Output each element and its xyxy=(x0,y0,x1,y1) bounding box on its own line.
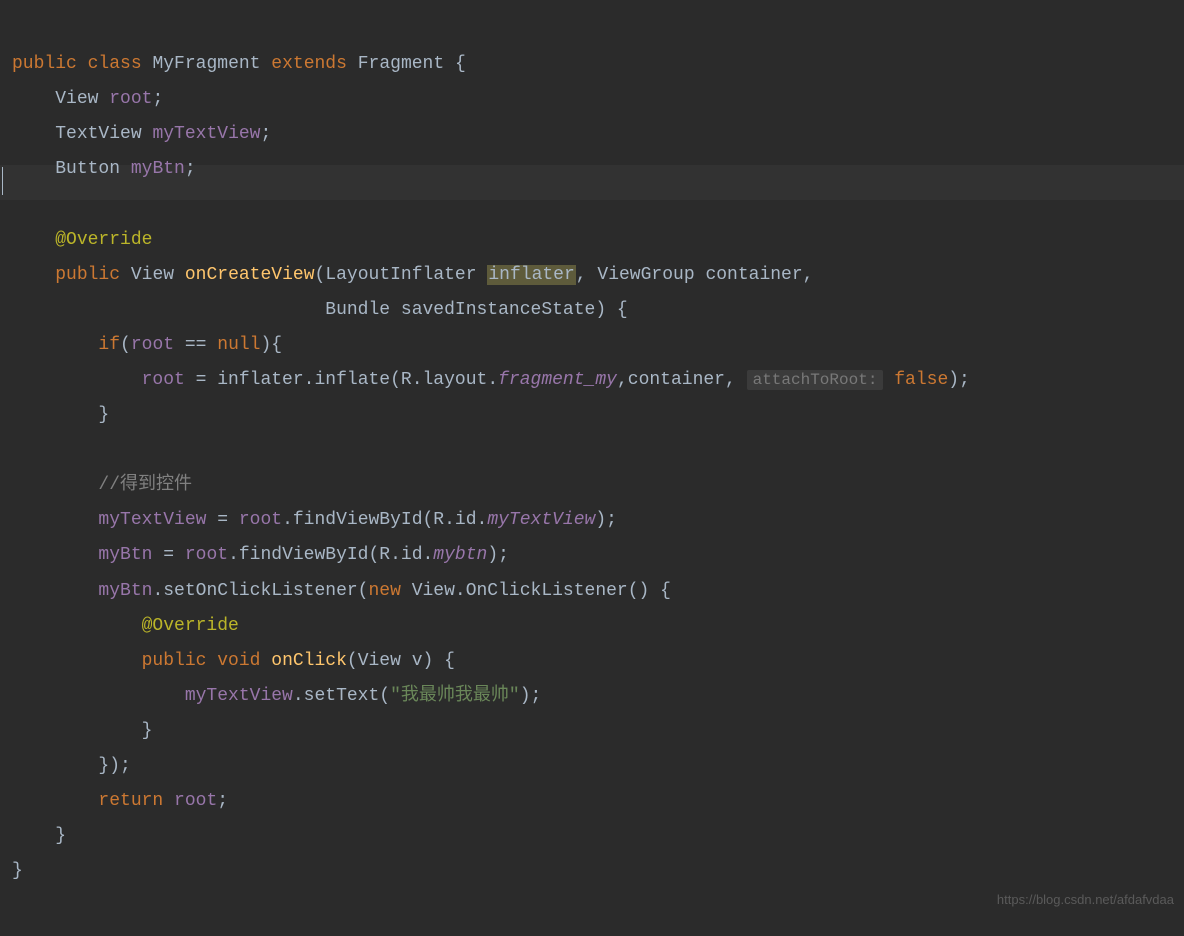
line-9: if(root == null){ xyxy=(12,335,282,355)
line-12 xyxy=(12,440,23,460)
line-11: } xyxy=(12,405,109,425)
line-5 xyxy=(12,194,23,214)
line-22: return root; xyxy=(12,791,228,811)
highlighted-parameter: inflater xyxy=(487,265,575,285)
line-1: public class MyFragment extends Fragment… xyxy=(12,54,466,74)
line-24: } xyxy=(12,861,23,881)
line-3: TextView myTextView; xyxy=(12,124,271,144)
line-4: Button myBtn; xyxy=(12,159,196,179)
line-6: @Override xyxy=(12,230,152,250)
line-18: public void onClick(View v) { xyxy=(12,651,455,671)
line-16: myBtn.setOnClickListener(new View.OnClic… xyxy=(12,581,671,601)
line-21: }); xyxy=(12,756,131,776)
text-cursor xyxy=(2,167,3,195)
watermark: https://blog.csdn.net/afdafvdaa xyxy=(997,887,1174,912)
line-15: myBtn = root.findViewById(R.id.mybtn); xyxy=(12,545,509,565)
line-23: } xyxy=(12,826,66,846)
line-13: //得到控件 xyxy=(12,475,192,495)
line-8: Bundle savedInstanceState) { xyxy=(12,300,628,320)
line-14: myTextView = root.findViewById(R.id.myTe… xyxy=(12,510,617,530)
line-10: root = inflater.inflate(R.layout.fragmen… xyxy=(12,370,970,390)
code-editor[interactable]: public class MyFragment extends Fragment… xyxy=(0,0,1184,936)
param-hint: attachToRoot: xyxy=(747,370,884,390)
code-content: public class MyFragment extends Fragment… xyxy=(12,47,1184,889)
line-19: myTextView.setText("我最帅我最帅"); xyxy=(12,686,541,706)
line-7: public View onCreateView(LayoutInflater … xyxy=(12,265,813,285)
line-17: @Override xyxy=(12,616,239,636)
line-20: } xyxy=(12,721,152,741)
line-2: View root; xyxy=(12,89,163,109)
